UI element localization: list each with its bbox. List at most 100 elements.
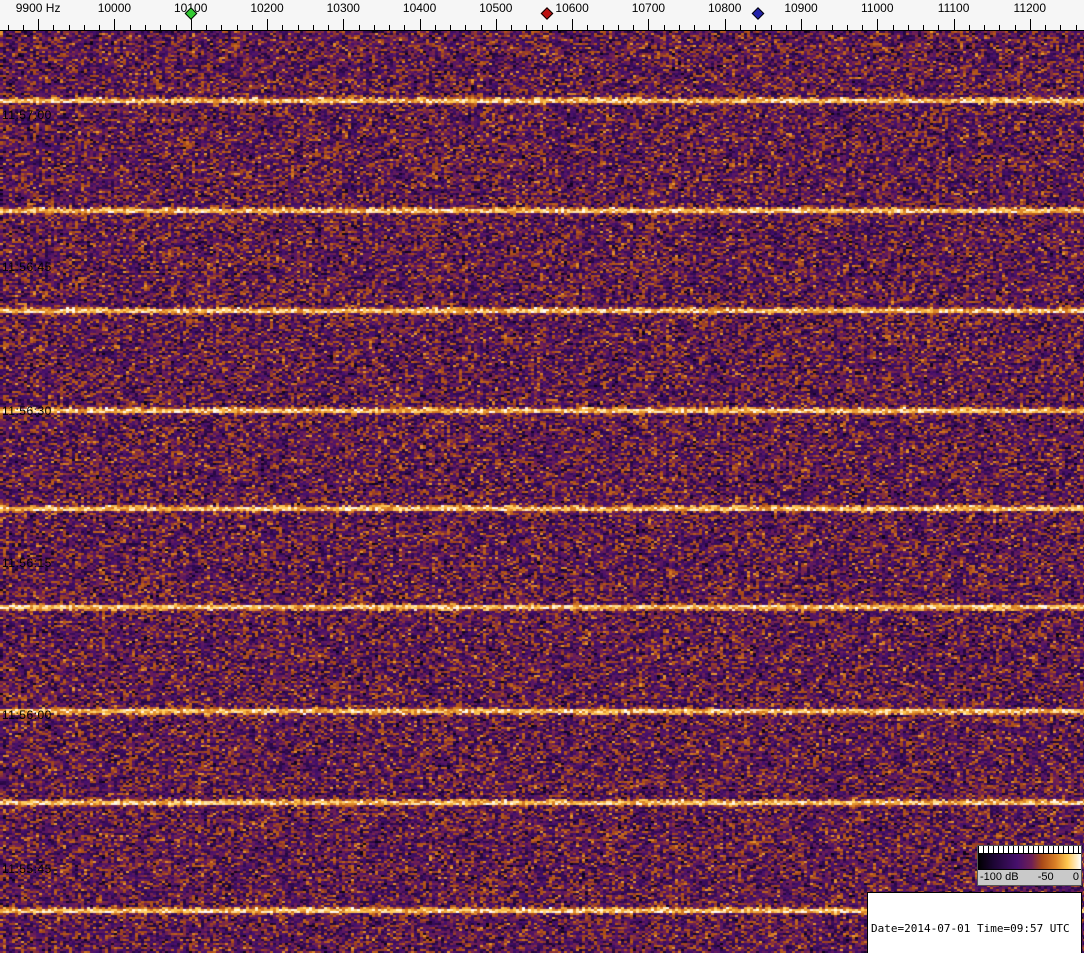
ruler-minor-tick	[938, 25, 940, 30]
ruler-minor-tick	[1075, 25, 1077, 30]
ruler-minor-tick	[480, 25, 482, 30]
ruler-label: 10000	[97, 1, 132, 15]
time-label: 11:57:00	[2, 108, 52, 122]
time-label: 11:56:15	[2, 556, 52, 570]
ruler-label: 11000	[861, 1, 894, 15]
ruler-minor-tick	[984, 25, 986, 30]
frequency-ruler[interactable]: 9900 Hz100001010010200103001040010500106…	[0, 0, 1084, 31]
ruler-minor-tick	[129, 25, 131, 30]
time-label: 11:55:45	[2, 862, 52, 876]
ruler-minor-tick	[404, 25, 406, 30]
legend-label-min: -100 dB	[980, 871, 1019, 883]
waterfall-app: 9900 Hz100001010010200103001040010500106…	[0, 0, 1084, 953]
ruler-label: 9900 Hz	[15, 1, 61, 15]
ruler-minor-tick	[206, 25, 207, 30]
ruler-minor-tick	[602, 25, 604, 30]
color-scale-labels: -100 dB -50 0	[978, 870, 1081, 885]
ruler-minor-tick	[22, 25, 24, 30]
ruler-major-tick	[1029, 19, 1031, 30]
ruler-minor-tick	[297, 25, 299, 30]
ruler-minor-tick	[785, 25, 787, 30]
ruler-minor-tick	[99, 25, 101, 30]
ruler-minor-tick	[160, 25, 162, 30]
ruler-major-tick	[877, 19, 879, 30]
ruler-major-tick	[648, 19, 650, 30]
ruler-major-tick	[419, 19, 421, 30]
ruler-minor-tick	[556, 25, 558, 30]
color-scale-ticks	[978, 846, 1081, 853]
ruler-major-tick	[343, 19, 345, 30]
ruler-minor-tick	[221, 25, 223, 30]
ruler-minor-tick	[923, 25, 924, 30]
ruler-major-tick	[267, 19, 268, 30]
info-date-time: Date=2014-07-01 Time=09:57 UTC	[871, 922, 1070, 935]
ruler-minor-tick	[511, 25, 513, 30]
ruler-major-tick	[495, 19, 497, 30]
ruler-minor-tick	[633, 25, 635, 30]
ruler-major-tick	[572, 19, 574, 30]
time-label: 11:56:30	[2, 404, 52, 418]
ruler-minor-tick	[465, 25, 467, 30]
ruler-label: 10300	[326, 1, 360, 15]
time-label: 11:56:45	[2, 260, 52, 274]
ruler-minor-tick	[282, 25, 284, 30]
ruler-minor-tick	[862, 25, 863, 30]
time-label: 11:56:00	[2, 708, 52, 722]
ruler-minor-tick	[68, 25, 70, 30]
ruler-minor-tick	[831, 25, 833, 30]
ruler-minor-tick	[450, 25, 452, 30]
ruler-minor-tick	[175, 25, 177, 30]
ruler-label: 10800	[708, 1, 742, 15]
ruler-minor-tick	[1014, 25, 1016, 30]
color-scale-legend: -100 dB -50 0	[977, 845, 1082, 886]
ruler-minor-tick	[617, 25, 619, 30]
ruler-minor-tick	[816, 25, 818, 30]
ruler-major-tick	[114, 19, 116, 30]
ruler-major-tick	[38, 19, 40, 30]
ruler-minor-tick	[1045, 25, 1047, 30]
color-scale-gradient	[978, 853, 1081, 870]
ruler-minor-tick	[53, 25, 55, 30]
spectrogram-waterfall[interactable]	[0, 31, 1084, 953]
ruler-minor-tick	[907, 25, 909, 30]
ruler-minor-tick	[144, 25, 146, 30]
ruler-label: 10700	[631, 1, 666, 15]
ruler-minor-tick	[328, 25, 329, 30]
legend-label-max: 0	[1072, 871, 1079, 883]
ruler-minor-tick	[526, 25, 528, 30]
ruler-minor-tick	[663, 25, 665, 30]
ruler-minor-tick	[373, 25, 375, 30]
ruler-minor-tick	[846, 25, 848, 30]
ruler-minor-tick	[312, 25, 314, 30]
legend-label-mid: -50	[1037, 871, 1054, 883]
frequency-marker-red[interactable]	[540, 7, 554, 20]
ruler-minor-tick	[83, 25, 85, 30]
ruler-minor-tick	[587, 25, 589, 30]
ruler-minor-tick	[755, 25, 757, 30]
ruler-minor-tick	[7, 25, 9, 30]
ruler-label: 11100	[937, 1, 970, 15]
ruler-minor-tick	[541, 25, 543, 30]
ruler-label: 10900	[784, 1, 818, 15]
ruler-minor-tick	[678, 25, 680, 30]
ruler-major-tick	[724, 19, 726, 30]
ruler-label: 10400	[402, 1, 437, 15]
ruler-minor-tick	[1060, 25, 1062, 30]
ruler-minor-tick	[358, 25, 360, 30]
ruler-label: 11200	[1013, 1, 1047, 15]
ruler-label: 10500	[479, 1, 513, 15]
ruler-minor-tick	[968, 25, 970, 30]
ruler-label: 10200	[250, 1, 284, 15]
ruler-major-tick	[953, 19, 955, 30]
ruler-minor-tick	[892, 25, 894, 30]
ruler-minor-tick	[434, 25, 436, 30]
status-info-box: Date=2014-07-01 Time=09:57 UTC Freq=143 …	[867, 892, 1082, 953]
ruler-minor-tick	[740, 25, 741, 30]
ruler-minor-tick	[389, 25, 390, 30]
frequency-marker-blue[interactable]	[751, 7, 764, 20]
ruler-major-tick	[801, 19, 802, 30]
ruler-minor-tick	[251, 25, 253, 30]
ruler-major-tick	[190, 19, 192, 30]
ruler-minor-tick	[999, 25, 1001, 30]
ruler-minor-tick	[770, 25, 772, 30]
